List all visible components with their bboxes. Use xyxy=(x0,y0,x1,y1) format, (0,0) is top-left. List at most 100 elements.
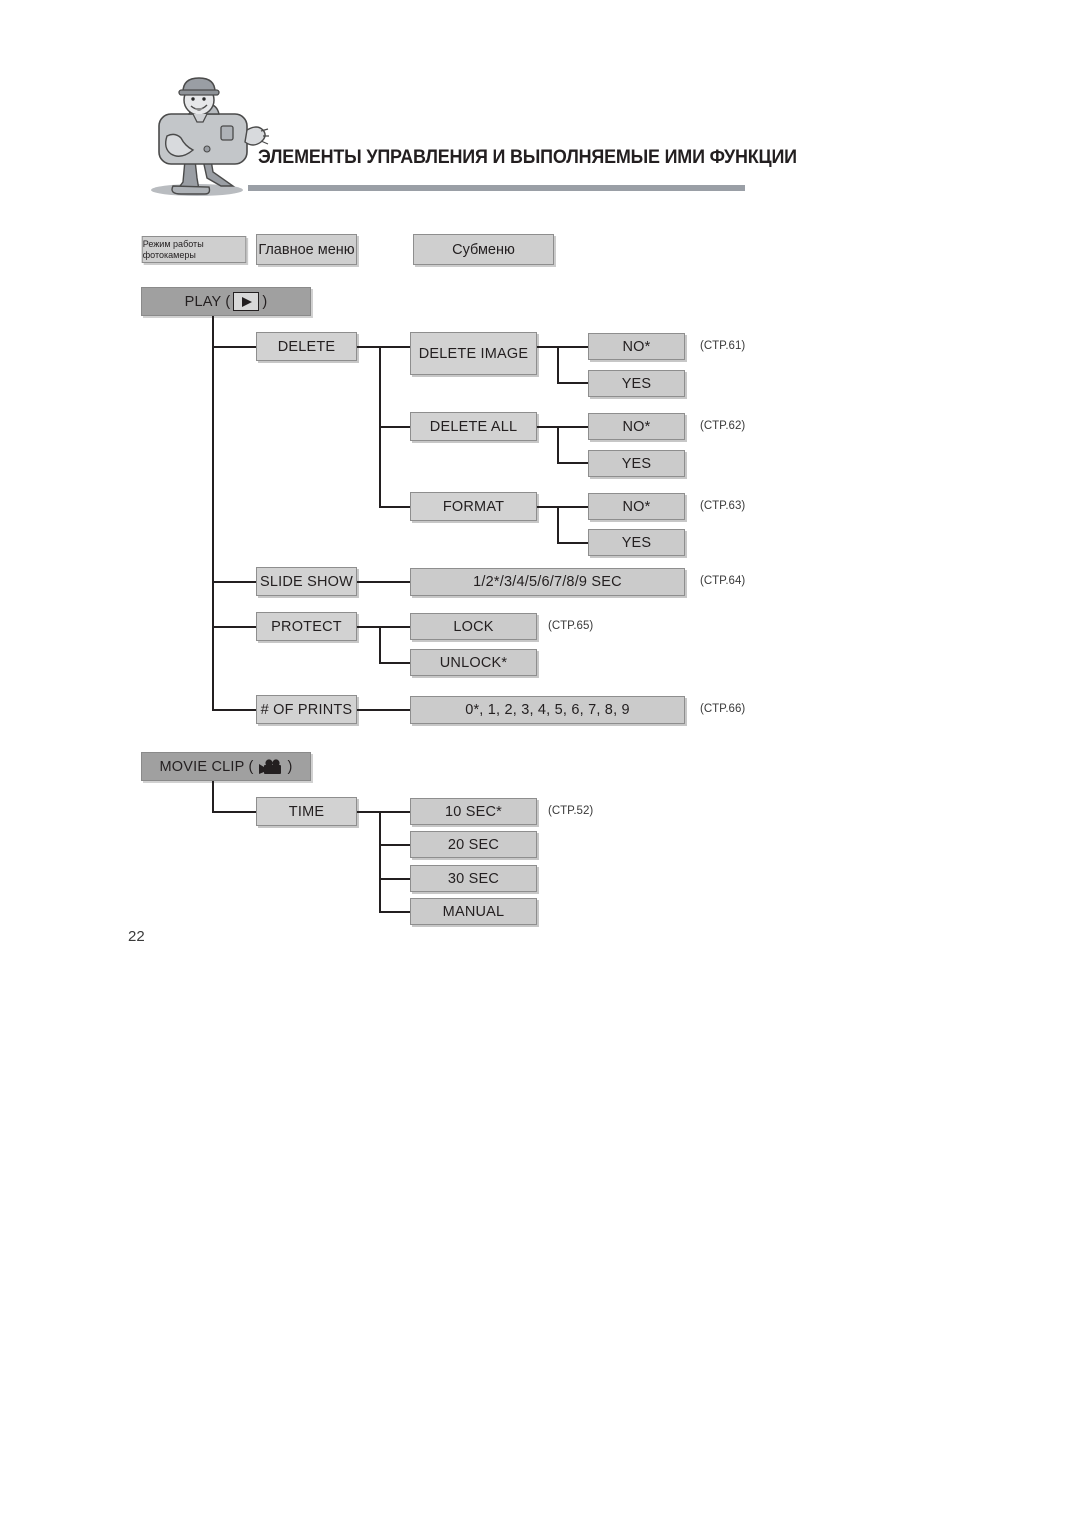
menu-node-time-label: TIME xyxy=(288,803,325,820)
connector-delete-all-out xyxy=(537,426,588,428)
page-ref-slide-show: (CTP.64) xyxy=(700,575,745,587)
connector-protect-to-unlock xyxy=(379,662,410,664)
menu-node-delete-label: DELETE xyxy=(277,338,336,355)
mode-node-play-label: PLAY ( xyxy=(184,293,231,310)
sub-node-slide-show-values-label: 1/2*/3/4/5/6/7/8/9 SEC xyxy=(473,574,622,590)
connector-time-out xyxy=(357,811,410,813)
sub-node-slide-show-values[interactable]: 1/2*/3/4/5/6/7/8/9 SEC xyxy=(410,568,685,596)
legend-camera-mode-label: Режим работы фотокамеры xyxy=(142,238,204,261)
menu-node-protect-label: PROTECT xyxy=(271,618,342,635)
page-ref-slide-show-label: (CTP.64) xyxy=(700,575,746,587)
sub-node-time-30sec-label: 30 SEC xyxy=(447,870,500,887)
sub-node-time-10sec[interactable]: 10 SEC* xyxy=(410,798,537,825)
connector-time-to-20sec xyxy=(379,844,410,846)
menu-node-time[interactable]: TIME xyxy=(256,797,357,826)
legend-submenu-label: Субменю xyxy=(452,241,515,258)
page-ref-format: (CTP.63) xyxy=(700,500,745,512)
page-ref-format-label: (CTP.63) xyxy=(700,500,746,512)
header-divider xyxy=(248,185,745,191)
sub-node-protect-lock-label: LOCK xyxy=(453,618,494,635)
connector-delete-to-deleteall xyxy=(379,426,410,428)
sub-node-delete-all-yes-label: YES xyxy=(621,455,652,472)
page-ref-delete-image: (CTP.61) xyxy=(700,340,745,352)
sub-node-format-yes[interactable]: YES xyxy=(588,529,685,556)
connector-play-to-protect xyxy=(212,626,258,628)
sub-node-time-manual-label: MANUAL xyxy=(442,903,505,920)
movie-camera-icon xyxy=(257,758,283,775)
menu-node-delete-image-label: DELETE IMAGE xyxy=(418,345,529,362)
page-number: 22 xyxy=(128,928,145,945)
menu-node-format-label: FORMAT xyxy=(442,498,505,515)
sub-node-delete-all-no[interactable]: NO* xyxy=(588,413,685,440)
connector-movieclip-trunk xyxy=(212,781,214,812)
menu-node-delete[interactable]: DELETE xyxy=(256,332,357,361)
connector-protect-trunk xyxy=(379,626,381,663)
sub-node-time-manual[interactable]: MANUAL xyxy=(410,898,537,925)
mode-node-movie-clip-label: MOVIE CLIP ( xyxy=(159,758,254,775)
page-header: ЭЛЕМЕНТЫ УПРАВЛЕНИЯ И ВЫПОЛНЯЕМЫЕ ИМИ ФУ… xyxy=(0,0,1080,205)
sub-node-delete-all-no-label: NO* xyxy=(622,418,651,435)
sub-node-number-of-prints-values-label: 0*, 1, 2, 3, 4, 5, 6, 7, 8, 9 xyxy=(465,702,630,718)
connector-delete-out xyxy=(357,346,410,348)
connector-time-trunk xyxy=(379,811,381,913)
page-title: ЭЛЕМЕНТЫ УПРАВЛЕНИЯ И ВЫПОЛНЯЕМЫЕ ИМИ ФУ… xyxy=(258,146,797,168)
connector-play-to-delete xyxy=(212,346,258,348)
page-ref-protect: (CTP.65) xyxy=(548,620,593,632)
connector-play-trunk xyxy=(212,316,214,710)
legend-camera-mode: Режим работы фотокамеры xyxy=(141,236,247,263)
menu-node-number-of-prints-label: # OF PRINTS xyxy=(260,701,353,718)
connector-time-to-30sec xyxy=(379,878,410,880)
sub-node-delete-image-no[interactable]: NO* xyxy=(588,333,685,360)
legend-submenu: Субменю xyxy=(413,234,554,265)
camera-mascot-icon xyxy=(137,74,270,200)
connector-delete-all-to-yes xyxy=(557,462,588,464)
menu-node-protect[interactable]: PROTECT xyxy=(256,612,357,641)
play-triangle-icon xyxy=(233,292,260,311)
sub-node-delete-image-yes[interactable]: YES xyxy=(588,370,685,397)
sub-node-time-20sec[interactable]: 20 SEC xyxy=(410,831,537,858)
page-ref-time-label: (CTP.52) xyxy=(548,805,594,817)
page-ref-time: (CTP.52) xyxy=(548,805,593,817)
connector-protect-out xyxy=(357,626,410,628)
menu-node-number-of-prints[interactable]: # OF PRINTS xyxy=(256,695,357,724)
mode-node-play[interactable]: PLAY ( ) xyxy=(141,287,311,316)
sub-node-delete-all-yes[interactable]: YES xyxy=(588,450,685,477)
connector-slideshow-out xyxy=(357,581,410,583)
page-ref-protect-label: (CTP.65) xyxy=(548,620,594,632)
menu-node-delete-image[interactable]: DELETE IMAGE xyxy=(410,332,537,375)
connector-delete-image-out xyxy=(537,346,588,348)
page-ref-delete-all-label: (CTP.62) xyxy=(700,420,746,432)
connector-format-to-yes xyxy=(557,542,588,544)
connector-play-to-slideshow xyxy=(212,581,258,583)
sub-node-format-yes-label: YES xyxy=(621,534,652,551)
page-ref-number-of-prints: (CTP.66) xyxy=(700,703,745,715)
menu-node-slide-show-label: SLIDE SHOW xyxy=(259,573,354,590)
page-ref-number-of-prints-label: (CTP.66) xyxy=(700,703,746,715)
mode-node-movie-clip[interactable]: MOVIE CLIP ( ) xyxy=(141,752,311,781)
connector-delete-image-to-yes xyxy=(557,382,588,384)
page-ref-delete-image-label: (CTP.61) xyxy=(700,340,746,352)
connector-delete-all-trunk xyxy=(557,426,559,463)
connector-time-to-manual xyxy=(379,911,410,913)
connector-format-trunk xyxy=(557,506,559,543)
connector-prints-out xyxy=(357,709,410,711)
connector-movieclip-to-time xyxy=(212,811,258,813)
connector-delete-image-trunk xyxy=(557,346,559,383)
sub-node-protect-unlock[interactable]: UNLOCK* xyxy=(410,649,537,676)
sub-node-time-30sec[interactable]: 30 SEC xyxy=(410,865,537,892)
connector-delete-to-format xyxy=(379,506,410,508)
legend-main-menu: Главное меню xyxy=(256,234,357,265)
connector-play-to-prints xyxy=(212,709,258,711)
connector-format-out xyxy=(537,506,588,508)
sub-node-number-of-prints-values[interactable]: 0*, 1, 2, 3, 4, 5, 6, 7, 8, 9 xyxy=(410,696,685,724)
menu-node-slide-show[interactable]: SLIDE SHOW xyxy=(256,567,357,596)
sub-node-format-no-label: NO* xyxy=(622,498,651,515)
sub-node-format-no[interactable]: NO* xyxy=(588,493,685,520)
menu-node-format[interactable]: FORMAT xyxy=(410,492,537,521)
mode-node-play-label-tail: ) xyxy=(262,293,268,310)
menu-node-delete-all-label: DELETE ALL xyxy=(429,418,518,435)
sub-node-protect-lock[interactable]: LOCK xyxy=(410,613,537,640)
sub-node-protect-unlock-label: UNLOCK* xyxy=(439,654,508,671)
menu-node-delete-all[interactable]: DELETE ALL xyxy=(410,412,537,441)
sub-node-delete-image-no-label: NO* xyxy=(622,338,651,355)
